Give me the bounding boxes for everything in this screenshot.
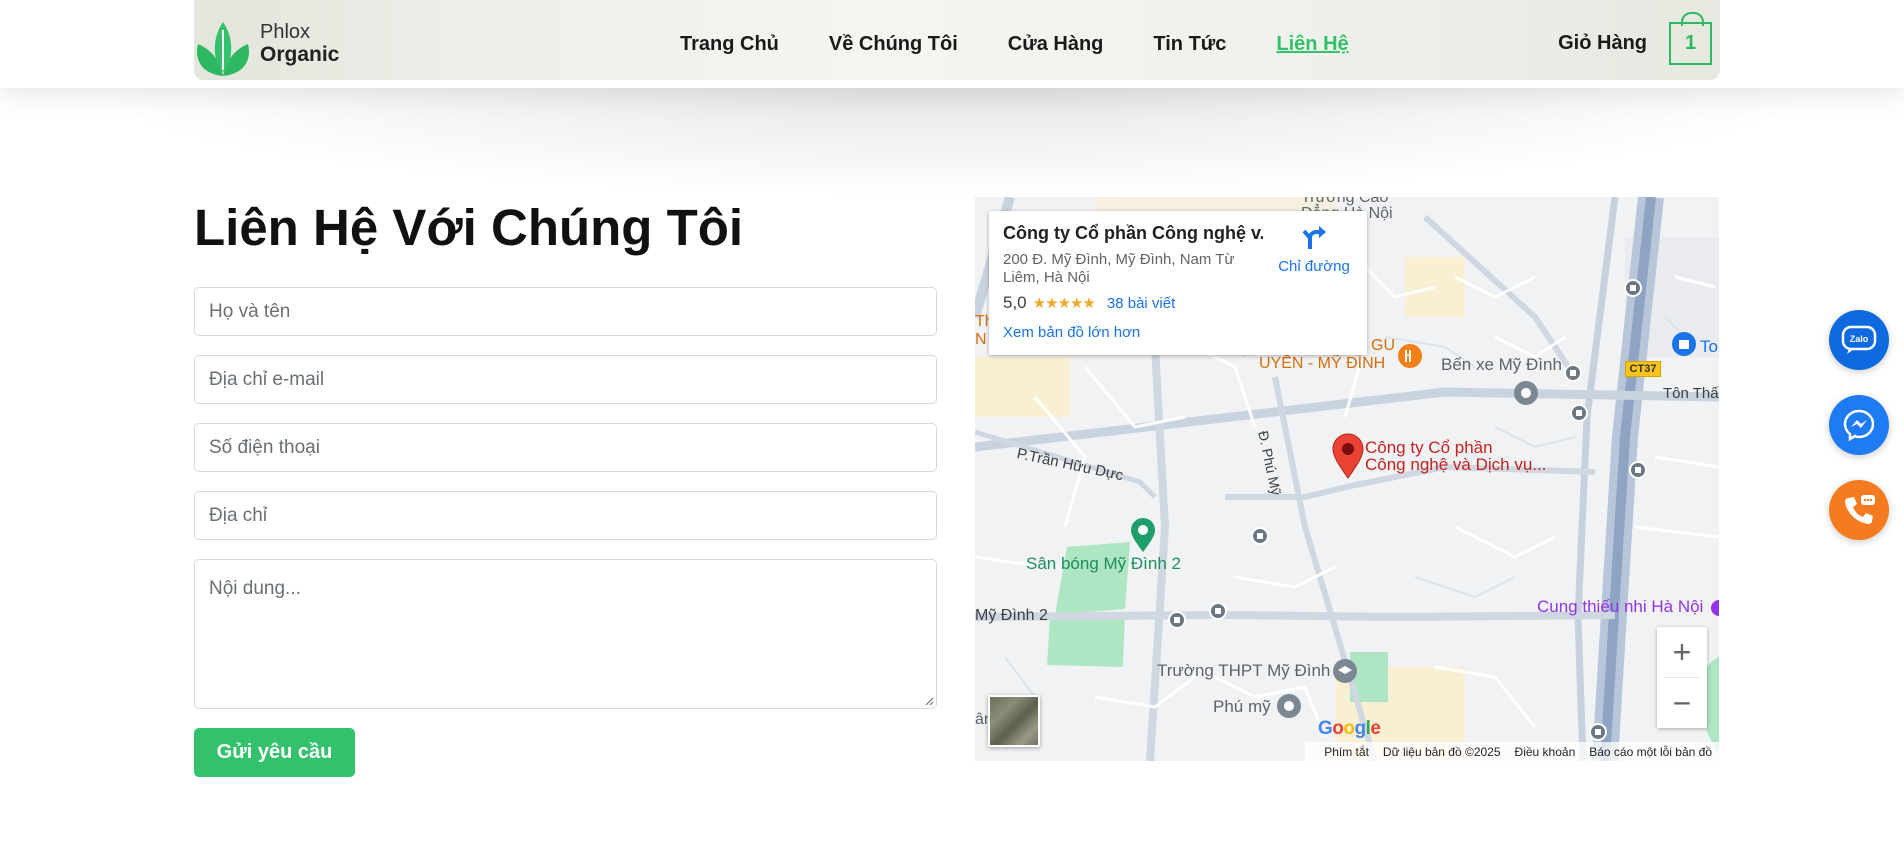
phone-field[interactable]: Số điện thoại xyxy=(194,423,937,472)
cart-link[interactable]: Giỏ Hàng 1 xyxy=(1558,12,1712,65)
map-label: N xyxy=(975,331,987,348)
map-label: UYẾN - MỸ ĐÌNH xyxy=(1259,355,1386,372)
zalo-button[interactable]: Zalo xyxy=(1829,310,1889,370)
header-shadow xyxy=(80,88,1830,198)
bus-stop-icon[interactable] xyxy=(1589,723,1607,741)
zalo-label: Zalo xyxy=(1850,334,1869,344)
nav-home[interactable]: Trang Chủ xyxy=(680,33,779,56)
name-field[interactable]: Họ và tên xyxy=(194,287,937,336)
map-label: Mỹ Đình 2 xyxy=(975,607,1048,624)
google-logo: Google xyxy=(1318,718,1381,739)
satellite-toggle-button[interactable] xyxy=(988,695,1040,747)
directions-label: Chỉ đường xyxy=(1278,258,1350,275)
bus-stop-icon[interactable] xyxy=(1629,461,1647,479)
cart-label: Giỏ Hàng xyxy=(1558,32,1647,54)
submit-button[interactable]: Gửi yêu cầu xyxy=(194,728,355,777)
ct37-shield: CT37 xyxy=(1625,361,1661,377)
directions-icon xyxy=(1302,226,1326,249)
company-label-line2: Công nghệ và Dịch vụ... xyxy=(1365,455,1547,474)
view-larger-map-link[interactable]: Xem bản đồ lớn hơn xyxy=(1003,324,1140,341)
bus-stop-icon[interactable] xyxy=(1209,602,1227,620)
zoom-control: + − xyxy=(1657,627,1707,728)
phone-placeholder: Số điện thoại xyxy=(209,436,320,458)
bus-stop-icon[interactable] xyxy=(1564,364,1582,382)
leaf-logo-icon xyxy=(197,22,249,76)
resize-handle-icon[interactable] xyxy=(924,696,934,706)
bus-stop-icon[interactable] xyxy=(1251,527,1269,545)
nav-shop[interactable]: Cửa Hàng xyxy=(1008,33,1104,56)
nav-about[interactable]: Về Chúng Tôi xyxy=(829,33,958,56)
map-label: Sân bóng Mỹ Đình 2 xyxy=(1026,554,1181,573)
message-textarea[interactable]: Nội dung... xyxy=(194,559,937,709)
map-label: Bến xe Mỹ Đình xyxy=(1441,355,1562,374)
logo-text-top: Phlox xyxy=(260,21,311,44)
map-label: Tôn Thấ xyxy=(1663,385,1719,402)
bus-stop-icon[interactable] xyxy=(1168,611,1186,629)
report-error-link[interactable]: Báo cáo một lỗi bản đồ xyxy=(1589,745,1712,759)
keyboard-shortcuts-link[interactable]: Phím tắt xyxy=(1324,745,1369,759)
zalo-icon: Zalo xyxy=(1841,325,1877,354)
place-info-card: Công ty Cổ phần Công nghệ v... 200 Đ. Mỹ… xyxy=(989,211,1367,355)
place-name: Công ty Cổ phần Công nghệ v... xyxy=(1003,223,1263,243)
bus-stop-icon[interactable] xyxy=(1624,279,1642,297)
phone-icon xyxy=(1845,495,1875,524)
bus-stop-icon[interactable] xyxy=(1570,404,1588,422)
place-address: 200 Đ. Mỹ Đình, Mỹ Đình, Nam Từ Liêm, Hà… xyxy=(1003,251,1235,286)
zoom-out-button[interactable]: − xyxy=(1657,678,1707,728)
google-map[interactable]: CT37 Trường Cao Đẳng Hà Nội Th N UYẾN - … xyxy=(975,197,1719,761)
page-title: Liên Hệ Với Chúng Tôi xyxy=(194,199,744,256)
cart-count: 1 xyxy=(1684,32,1697,54)
logo-text-bottom: Organic xyxy=(260,43,340,67)
address-placeholder: Địa chỉ xyxy=(209,504,268,526)
messenger-icon xyxy=(1843,409,1875,442)
name-placeholder: Họ và tên xyxy=(209,300,291,322)
map-label: Phú mỹ xyxy=(1213,697,1271,716)
stadium-pin-icon[interactable] xyxy=(1129,517,1157,553)
directions-button[interactable]: Chỉ đường xyxy=(1269,223,1359,275)
cart-bag-icon[interactable]: 1 xyxy=(1669,12,1712,65)
phone-button[interactable] xyxy=(1829,480,1889,540)
message-placeholder: Nội dung... xyxy=(209,578,301,599)
cung-thieu-nhi-icon[interactable] xyxy=(1711,595,1719,621)
zoom-in-button[interactable]: + xyxy=(1657,627,1707,677)
location-pin-icon[interactable] xyxy=(1331,433,1365,479)
place-rating: 5,0 ★★★★★ 38 bài viết xyxy=(1003,293,1175,313)
map-label: To xyxy=(1700,337,1718,356)
nav-news[interactable]: Tin Tức xyxy=(1153,33,1226,56)
place-icon[interactable] xyxy=(1275,692,1303,720)
terms-link[interactable]: Điều khoản xyxy=(1515,745,1576,759)
site-logo[interactable]: Phlox Organic xyxy=(194,10,354,78)
map-footer: Phím tắt Dữ liệu bản đồ ©2025 Điều khoản… xyxy=(1305,742,1719,761)
map-data-text: Dữ liệu bản đồ ©2025 xyxy=(1382,744,1501,759)
email-placeholder: Địa chỉ e-mail xyxy=(209,368,325,390)
map-label: Trường THPT Mỹ Đình xyxy=(1157,661,1331,680)
address-field[interactable]: Địa chỉ xyxy=(194,491,937,540)
restaurant-icon[interactable] xyxy=(1397,343,1423,369)
rating-value: 5,0 xyxy=(1003,293,1027,312)
reviews-link[interactable]: 38 bài viết xyxy=(1107,295,1175,312)
nav-contact[interactable]: Liên Hệ xyxy=(1276,33,1348,56)
map-label: Cung thiếu nhi Hà Nội xyxy=(1537,597,1704,616)
map-label: GU xyxy=(1371,337,1395,354)
company-label[interactable]: Công ty Cổ phần Công nghệ và Dịch vụ... xyxy=(1365,439,1546,473)
email-field[interactable]: Địa chỉ e-mail xyxy=(194,355,937,404)
school-icon[interactable] xyxy=(1331,657,1359,685)
star-rating-icon: ★★★★★ xyxy=(1032,295,1096,312)
bus-station-icon[interactable] xyxy=(1512,379,1540,407)
main-nav: Trang Chủ Về Chúng Tôi Cửa Hàng Tin Tức … xyxy=(680,0,1349,88)
palace-icon[interactable] xyxy=(1671,331,1697,357)
messenger-button[interactable] xyxy=(1829,395,1889,455)
